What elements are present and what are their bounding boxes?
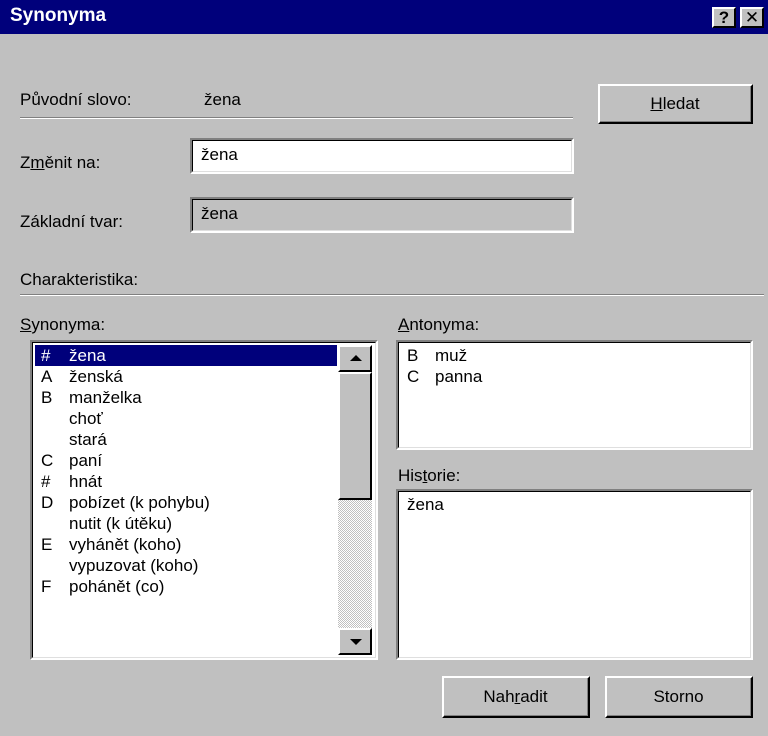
row-word: nutit (k útěku) <box>69 514 172 533</box>
replace-button[interactable]: Nahradit <box>442 676 590 718</box>
characteristic-divider <box>20 294 764 296</box>
history-item[interactable]: žena <box>401 494 748 515</box>
history-label: Historie: <box>398 466 461 485</box>
row-code: C <box>407 367 420 386</box>
antonym-item[interactable]: Cpanna <box>401 366 748 387</box>
scroll-up-button[interactable] <box>338 345 372 372</box>
change-to-input[interactable]: žena <box>190 138 574 174</box>
row-word: ženská <box>69 367 123 386</box>
synonyms-listbox[interactable]: # žena Aženská Bmanželka choť stará Cpaní # hnát… <box>30 340 378 660</box>
synonyms-dialog: Synonyma ? ✕ Původní slovo: žena Hledat … <box>0 0 768 736</box>
row-word: paní <box>69 451 103 470</box>
row-word: choť <box>69 409 103 428</box>
synonyms-scrollbar[interactable] <box>338 345 372 655</box>
synonyms-list[interactable]: # žena Aženská Bmanželka choť stará Cpaní # hnát… <box>35 345 337 655</box>
search-button[interactable]: Hledat <box>598 84 753 124</box>
scroll-down-button[interactable] <box>338 628 372 655</box>
change-to-value: žena <box>201 145 238 164</box>
arrow-up-icon <box>350 355 362 361</box>
row-code: # <box>41 346 51 365</box>
row-code: D <box>41 493 54 512</box>
cancel-button[interactable]: Storno <box>605 676 753 718</box>
synonym-item[interactable]: # žena <box>35 345 337 366</box>
row-word: pobízet (k pohybu) <box>69 493 210 512</box>
synonym-item[interactable]: vypuzovat (koho) <box>35 555 337 576</box>
synonym-item[interactable]: Fpohánět (co) <box>35 576 337 597</box>
antonym-item[interactable]: Bmuž <box>401 345 748 366</box>
row-word: žena <box>69 346 106 365</box>
history-listbox[interactable]: žena <box>396 489 753 660</box>
antonyms-listbox[interactable]: Bmuž Cpanna <box>396 340 753 450</box>
row-word: manželka <box>69 388 142 407</box>
base-form-label: Základní tvar: <box>20 212 123 231</box>
title-bar: Synonyma ? ✕ <box>0 0 768 34</box>
row-word: stará <box>69 430 107 449</box>
base-form-field: žena <box>190 197 574 233</box>
synonym-item[interactable]: Dpobízet (k pohybu) <box>35 492 337 513</box>
dialog-title: Synonyma <box>10 5 107 26</box>
synonym-item[interactable]: nutit (k útěku) <box>35 513 337 534</box>
row-code: # <box>41 472 51 491</box>
row-code: C <box>41 451 54 470</box>
synonym-item[interactable]: Aženská <box>35 366 337 387</box>
close-icon: ✕ <box>744 8 760 27</box>
row-code: F <box>41 577 52 596</box>
row-word: hnát <box>69 472 103 491</box>
row-code: E <box>41 535 53 554</box>
antonyms-list[interactable]: Bmuž Cpanna <box>401 345 748 445</box>
base-form-value: žena <box>201 204 238 223</box>
help-icon: ? <box>718 8 730 27</box>
original-word-label: Původní slovo: <box>20 90 132 109</box>
help-button[interactable]: ? <box>712 7 736 28</box>
row-code: A <box>41 367 53 386</box>
antonyms-label: Antonyma: <box>398 315 480 334</box>
row-word: panna <box>435 367 483 386</box>
close-button[interactable]: ✕ <box>740 7 764 28</box>
synonym-item[interactable]: Evyhánět (koho) <box>35 534 337 555</box>
history-list[interactable]: žena <box>401 494 748 655</box>
change-to-label: Změnit na: <box>20 153 101 172</box>
synonym-item[interactable]: Cpaní <box>35 450 337 471</box>
synonym-item[interactable]: choť <box>35 408 337 429</box>
scrollbar-thumb[interactable] <box>338 372 372 500</box>
row-word: muž <box>435 346 468 365</box>
row-code: B <box>407 346 419 365</box>
characteristic-label: Charakteristika: <box>20 270 139 289</box>
synonym-item[interactable]: Bmanželka <box>35 387 337 408</box>
synonym-item[interactable]: stará <box>35 429 337 450</box>
row-word: vyhánět (koho) <box>69 535 182 554</box>
original-word-value: žena <box>204 90 241 109</box>
arrow-down-icon <box>350 639 362 645</box>
synonyms-label: Synonyma: <box>20 315 106 334</box>
row-word: vypuzovat (koho) <box>69 556 199 575</box>
original-word-divider <box>20 117 573 119</box>
synonym-item[interactable]: # hnát <box>35 471 337 492</box>
row-word: pohánět (co) <box>69 577 165 596</box>
history-word: žena <box>407 495 444 514</box>
row-code: B <box>41 388 53 407</box>
